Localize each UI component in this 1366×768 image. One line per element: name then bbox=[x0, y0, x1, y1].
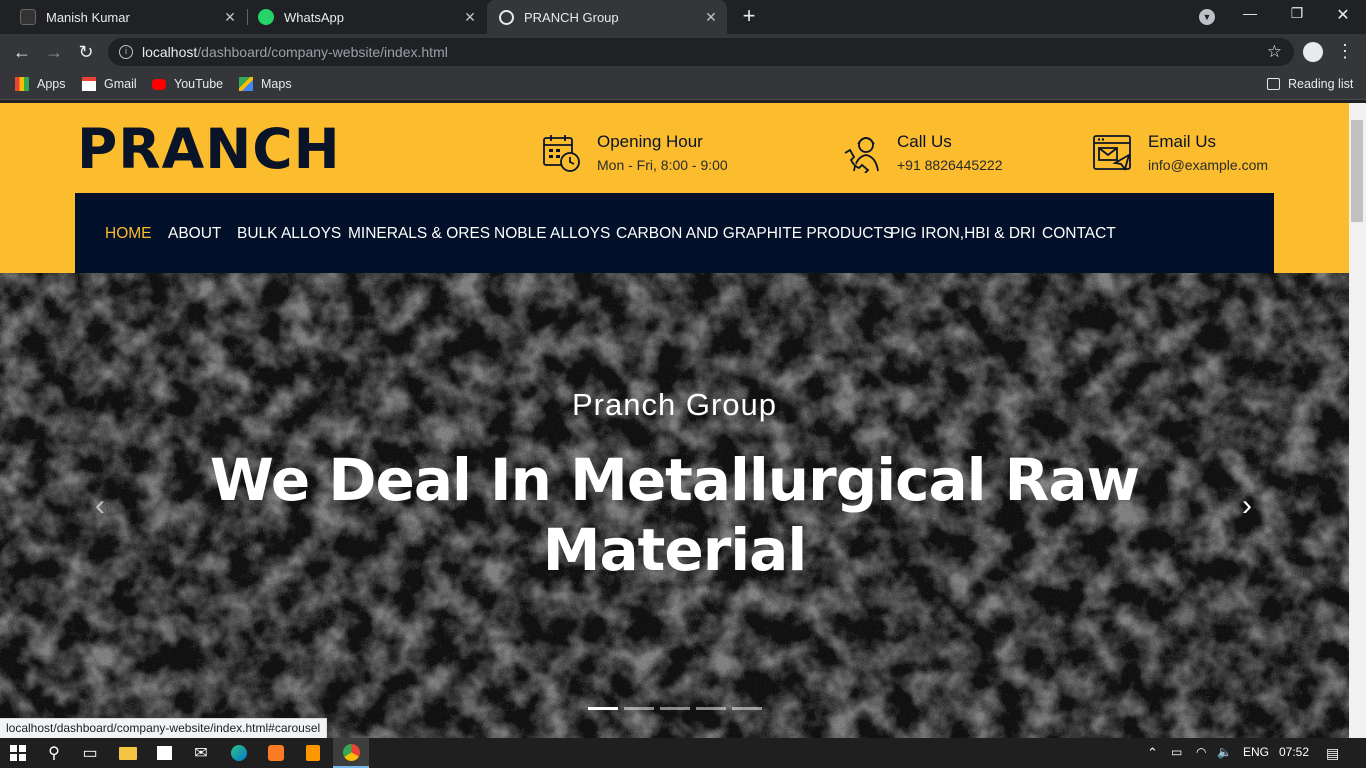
notifications-icon[interactable]: ▤ bbox=[1326, 745, 1339, 762]
close-icon[interactable]: ✕ bbox=[222, 9, 238, 25]
email-us-heading: Email Us bbox=[1148, 132, 1217, 151]
task-view-icon[interactable]: ▭ bbox=[72, 738, 108, 768]
nav-minerals-ores[interactable]: MINERALS & ORES bbox=[348, 225, 490, 243]
apps-grid-icon bbox=[15, 77, 29, 91]
close-icon[interactable]: ✕ bbox=[462, 9, 478, 25]
maps-icon bbox=[239, 77, 253, 91]
call-us-value[interactable]: +91 8826445222 bbox=[897, 157, 1003, 173]
hero-subtitle: Pranch Group bbox=[572, 387, 777, 422]
tab-title: WhatsApp bbox=[284, 9, 344, 25]
bookmark-maps[interactable]: Maps bbox=[239, 77, 292, 91]
bookmark-label: YouTube bbox=[174, 77, 224, 91]
site-logo[interactable]: PRANCH bbox=[77, 117, 341, 181]
bookmarks-bar: Apps Gmail YouTube Maps Reading list bbox=[0, 70, 1366, 100]
url-path: /dashboard/company-website/index.html bbox=[197, 44, 448, 60]
bookmark-apps[interactable]: Apps bbox=[15, 77, 66, 91]
reading-list-icon bbox=[1267, 78, 1280, 90]
support-agent-icon bbox=[844, 137, 879, 173]
close-icon[interactable]: ✕ bbox=[703, 9, 719, 25]
nav-noble-alloys[interactable]: NOBLE ALLOYS bbox=[494, 225, 610, 243]
start-windows-icon[interactable] bbox=[0, 738, 36, 768]
clock-time[interactable]: 07:52 bbox=[1279, 745, 1309, 759]
generic-site-icon bbox=[20, 9, 36, 25]
reading-list[interactable]: Reading list bbox=[1267, 77, 1353, 91]
opening-hour-value: Mon - Fri, 8:00 - 9:00 bbox=[597, 157, 728, 173]
xampp-icon[interactable] bbox=[258, 738, 294, 768]
youtube-icon bbox=[152, 78, 166, 90]
carousel-indicator[interactable] bbox=[624, 707, 654, 710]
carousel-indicator[interactable] bbox=[696, 707, 726, 710]
store-icon[interactable] bbox=[146, 738, 182, 768]
reading-list-label: Reading list bbox=[1288, 77, 1354, 91]
show-hidden-icons-chevron-icon[interactable]: ⌃ bbox=[1147, 745, 1158, 761]
language-indicator[interactable]: ENG bbox=[1243, 745, 1269, 759]
info-icon[interactable]: i bbox=[119, 45, 133, 59]
sublime-text-icon[interactable] bbox=[295, 738, 331, 768]
nav-bulk-alloys[interactable]: BULK ALLOYS bbox=[237, 225, 341, 243]
website-page: PRANCH Opening Hour Mon - Fri, 8:00 - 9:… bbox=[0, 103, 1349, 738]
bookmark-label: Gmail bbox=[104, 77, 137, 91]
bookmark-gmail[interactable]: Gmail bbox=[82, 77, 137, 91]
bookmark-youtube[interactable]: YouTube bbox=[152, 77, 223, 91]
browser-toolbar: ← → ↻ i localhost/dashboard/company-webs… bbox=[0, 34, 1366, 70]
back-button[interactable]: ← bbox=[10, 40, 34, 64]
tab-search-button[interactable]: ▼ bbox=[1199, 9, 1215, 25]
email-us-value[interactable]: info@example.com bbox=[1148, 157, 1268, 173]
volume-icon[interactable]: 🔈 bbox=[1217, 745, 1232, 759]
hero-title: We Deal In Metallurgical Raw Material bbox=[209, 446, 1140, 584]
windows-taskbar: ⚲ ▭ ✉ ⌃ ▭ ◠ 🔈 ENG 07:52 ▤ bbox=[0, 738, 1366, 768]
tab-manish-kumar[interactable]: Manish Kumar ✕ bbox=[0, 0, 246, 34]
nav-carbon-graphite[interactable]: CARBON AND GRAPHITE PRODUCTS bbox=[616, 225, 893, 243]
nav-pig-iron[interactable]: PIG IRON,HBI & DRI bbox=[890, 225, 1036, 243]
carousel-indicator[interactable] bbox=[660, 707, 690, 710]
reload-button[interactable]: ↻ bbox=[74, 40, 98, 64]
carousel-next-icon[interactable]: › bbox=[1232, 491, 1262, 521]
whatsapp-icon bbox=[258, 9, 274, 25]
battery-icon[interactable]: ▭ bbox=[1171, 745, 1182, 759]
nav-contact[interactable]: CONTACT bbox=[1042, 225, 1116, 243]
tab-whatsapp[interactable]: WhatsApp ✕ bbox=[248, 0, 486, 34]
email-web-icon bbox=[1093, 135, 1131, 171]
chrome-taskbar-icon[interactable] bbox=[333, 738, 369, 768]
browser-tab-strip: Manish Kumar ✕ WhatsApp ✕ PRANCH Group ✕… bbox=[0, 0, 1366, 34]
status-bar-url: localhost/dashboard/company-website/inde… bbox=[0, 718, 328, 738]
carousel-indicator[interactable] bbox=[732, 707, 762, 710]
tab-pranch-group[interactable]: PRANCH Group ✕ bbox=[487, 0, 727, 34]
hero-carousel: Pranch Group We Deal In Metallurgical Ra… bbox=[0, 273, 1349, 738]
tab-title: Manish Kumar bbox=[46, 9, 130, 25]
bookmark-label: Maps bbox=[261, 77, 292, 91]
forward-button[interactable]: → bbox=[42, 40, 66, 64]
tab-title: PRANCH Group bbox=[524, 9, 619, 25]
window-close-button[interactable]: ✕ bbox=[1331, 5, 1355, 25]
carousel-indicator[interactable] bbox=[588, 707, 618, 710]
wifi-icon[interactable]: ◠ bbox=[1196, 745, 1206, 759]
main-navigation: HOME ABOUT BULK ALLOYS MINERALS & ORES N… bbox=[75, 193, 1274, 273]
minimize-button[interactable]: — bbox=[1238, 5, 1262, 25]
calendar-clock-icon bbox=[543, 135, 580, 172]
scrollbar-thumb[interactable] bbox=[1351, 120, 1363, 222]
call-us-heading: Call Us bbox=[897, 132, 952, 151]
bookmark-label: Apps bbox=[37, 77, 66, 91]
edge-browser-icon[interactable] bbox=[221, 738, 257, 768]
file-explorer-icon[interactable] bbox=[110, 738, 146, 768]
profile-avatar-icon[interactable] bbox=[1303, 42, 1323, 62]
address-bar[interactable]: i localhost/dashboard/company-website/in… bbox=[108, 38, 1294, 66]
url-host: localhost bbox=[142, 44, 198, 60]
bookmark-star-icon[interactable]: ☆ bbox=[1267, 38, 1282, 66]
nav-home[interactable]: HOME bbox=[105, 225, 152, 243]
restore-button[interactable]: ❐ bbox=[1285, 5, 1309, 25]
carousel-prev-icon[interactable]: ‹ bbox=[85, 491, 115, 521]
opening-hour-heading: Opening Hour bbox=[597, 132, 703, 151]
nav-about[interactable]: ABOUT bbox=[168, 225, 221, 243]
mail-icon[interactable]: ✉ bbox=[183, 738, 219, 768]
search-icon[interactable]: ⚲ bbox=[36, 738, 72, 768]
menu-kebab-icon[interactable]: ⋮ bbox=[1336, 40, 1354, 64]
gmail-icon bbox=[82, 77, 96, 91]
new-tab-button[interactable]: + bbox=[738, 5, 760, 27]
globe-icon bbox=[499, 9, 514, 25]
